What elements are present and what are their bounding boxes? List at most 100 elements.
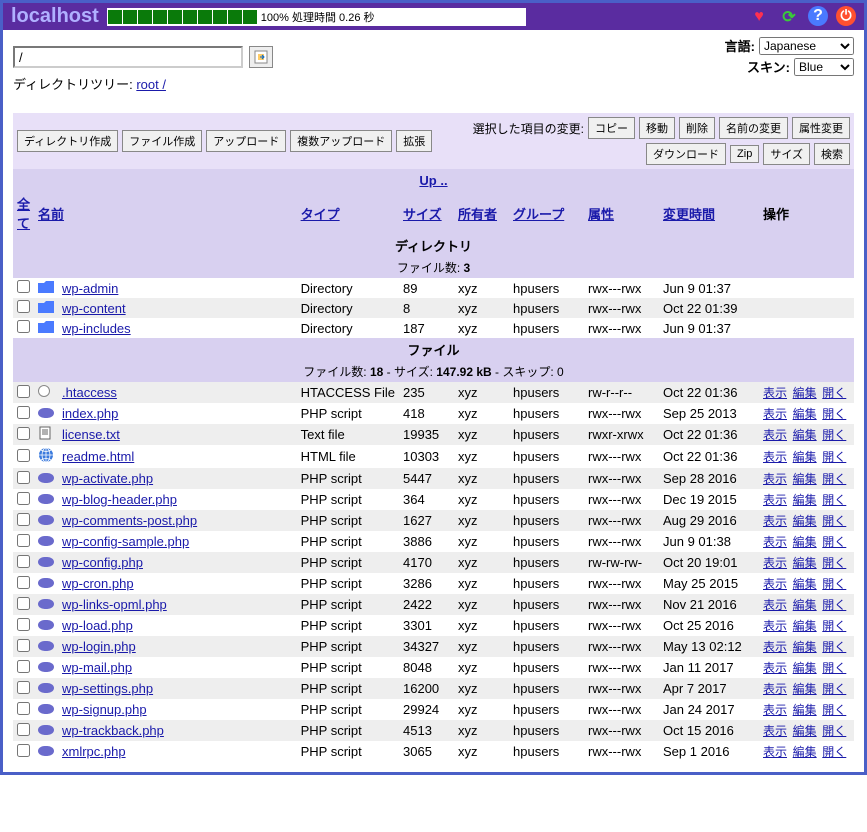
open-link[interactable]: 開く <box>822 682 846 696</box>
header-owner[interactable]: 所有者 <box>458 207 497 222</box>
file-link[interactable]: wp-signup.php <box>62 702 147 717</box>
tree-root-link[interactable]: root / <box>136 77 166 92</box>
edit-link[interactable]: 編集 <box>793 661 817 675</box>
edit-link[interactable]: 編集 <box>793 577 817 591</box>
row-checkbox[interactable] <box>17 406 30 419</box>
row-checkbox[interactable] <box>17 320 30 333</box>
open-link[interactable]: 開く <box>822 724 846 738</box>
edit-link[interactable]: 編集 <box>793 514 817 528</box>
file-link[interactable]: wp-login.php <box>62 639 136 654</box>
edit-link[interactable]: 編集 <box>793 386 817 400</box>
row-checkbox[interactable] <box>17 280 30 293</box>
view-link[interactable]: 表示 <box>763 619 787 633</box>
view-link[interactable]: 表示 <box>763 577 787 591</box>
search-button[interactable]: 検索 <box>814 143 850 165</box>
view-link[interactable]: 表示 <box>763 661 787 675</box>
file-link[interactable]: readme.html <box>62 449 134 464</box>
header-perms[interactable]: 属性 <box>588 207 614 222</box>
edit-link[interactable]: 編集 <box>793 724 817 738</box>
go-button[interactable] <box>249 46 273 68</box>
dir-link[interactable]: wp-content <box>62 301 126 316</box>
row-checkbox[interactable] <box>17 300 30 313</box>
view-link[interactable]: 表示 <box>763 598 787 612</box>
edit-link[interactable]: 編集 <box>793 535 817 549</box>
view-link[interactable]: 表示 <box>763 535 787 549</box>
zip-button[interactable]: Zip <box>730 145 759 163</box>
view-link[interactable]: 表示 <box>763 724 787 738</box>
heart-icon[interactable]: ♥ <box>748 6 770 28</box>
edit-link[interactable]: 編集 <box>793 556 817 570</box>
view-link[interactable]: 表示 <box>763 640 787 654</box>
view-link[interactable]: 表示 <box>763 386 787 400</box>
rename-button[interactable]: 名前の変更 <box>719 117 788 139</box>
row-checkbox[interactable] <box>17 639 30 652</box>
file-link[interactable]: wp-load.php <box>62 618 133 633</box>
header-type[interactable]: タイプ <box>301 207 340 222</box>
view-link[interactable]: 表示 <box>763 407 787 421</box>
dir-link[interactable]: wp-includes <box>62 321 131 336</box>
row-checkbox[interactable] <box>17 597 30 610</box>
view-link[interactable]: 表示 <box>763 745 787 759</box>
skin-select[interactable]: Blue <box>794 58 854 76</box>
header-size[interactable]: サイズ <box>403 207 442 222</box>
row-checkbox[interactable] <box>17 618 30 631</box>
ext-button[interactable]: 拡張 <box>396 130 432 152</box>
mkdir-button[interactable]: ディレクトリ作成 <box>17 130 118 152</box>
row-checkbox[interactable] <box>17 471 30 484</box>
open-link[interactable]: 開く <box>822 428 846 442</box>
open-link[interactable]: 開く <box>822 407 846 421</box>
header-mtime[interactable]: 変更時間 <box>663 207 715 222</box>
row-checkbox[interactable] <box>17 513 30 526</box>
view-link[interactable]: 表示 <box>763 514 787 528</box>
open-link[interactable]: 開く <box>822 493 846 507</box>
view-link[interactable]: 表示 <box>763 493 787 507</box>
open-link[interactable]: 開く <box>822 745 846 759</box>
edit-link[interactable]: 編集 <box>793 428 817 442</box>
edit-link[interactable]: 編集 <box>793 619 817 633</box>
row-checkbox[interactable] <box>17 681 30 694</box>
dir-link[interactable]: wp-admin <box>62 281 118 296</box>
edit-link[interactable]: 編集 <box>793 682 817 696</box>
file-link[interactable]: license.txt <box>62 427 120 442</box>
power-icon[interactable]: ⏻ <box>836 6 856 26</box>
edit-link[interactable]: 編集 <box>793 703 817 717</box>
row-checkbox[interactable] <box>17 723 30 736</box>
file-link[interactable]: wp-settings.php <box>62 681 153 696</box>
path-input[interactable] <box>13 46 243 68</box>
file-link[interactable]: wp-links-opml.php <box>62 597 167 612</box>
file-link[interactable]: wp-activate.php <box>62 471 153 486</box>
header-group[interactable]: グループ <box>513 207 564 222</box>
copy-button[interactable]: コピー <box>588 117 635 139</box>
edit-link[interactable]: 編集 <box>793 472 817 486</box>
open-link[interactable]: 開く <box>822 577 846 591</box>
view-link[interactable]: 表示 <box>763 450 787 464</box>
file-link[interactable]: wp-comments-post.php <box>62 513 197 528</box>
download-button[interactable]: ダウンロード <box>646 143 726 165</box>
help-icon[interactable]: ? <box>808 6 828 26</box>
file-link[interactable]: xmlrpc.php <box>62 744 126 759</box>
file-link[interactable]: .htaccess <box>62 385 117 400</box>
row-checkbox[interactable] <box>17 449 30 462</box>
lang-select[interactable]: Japanese <box>759 37 854 55</box>
edit-link[interactable]: 編集 <box>793 745 817 759</box>
open-link[interactable]: 開く <box>822 661 846 675</box>
open-link[interactable]: 開く <box>822 619 846 633</box>
mkfile-button[interactable]: ファイル作成 <box>122 130 202 152</box>
row-checkbox[interactable] <box>17 702 30 715</box>
row-checkbox[interactable] <box>17 744 30 757</box>
edit-link[interactable]: 編集 <box>793 493 817 507</box>
row-checkbox[interactable] <box>17 660 30 673</box>
size-button[interactable]: サイズ <box>763 143 810 165</box>
view-link[interactable]: 表示 <box>763 428 787 442</box>
upload-button[interactable]: アップロード <box>206 130 286 152</box>
row-checkbox[interactable] <box>17 492 30 505</box>
file-link[interactable]: wp-cron.php <box>62 576 134 591</box>
file-link[interactable]: wp-mail.php <box>62 660 132 675</box>
move-button[interactable]: 移動 <box>639 117 675 139</box>
open-link[interactable]: 開く <box>822 450 846 464</box>
open-link[interactable]: 開く <box>822 598 846 612</box>
open-link[interactable]: 開く <box>822 386 846 400</box>
row-checkbox[interactable] <box>17 534 30 547</box>
row-checkbox[interactable] <box>17 385 30 398</box>
row-checkbox[interactable] <box>17 427 30 440</box>
